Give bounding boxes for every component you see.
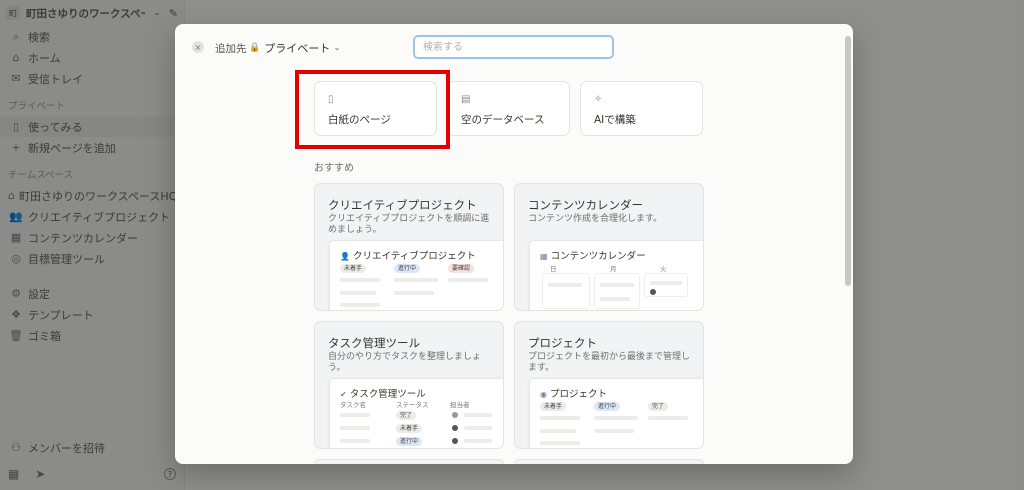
placeholder-line: [594, 429, 634, 433]
status-badge: 未着手: [340, 264, 367, 273]
placeholder-line: [600, 297, 630, 301]
table-icon: ▤: [461, 94, 471, 105]
template-card-partial[interactable]: [314, 459, 504, 464]
placeholder-line: [548, 283, 582, 287]
template-title: タスク管理ツール: [328, 336, 420, 350]
status-badge: 進行中: [396, 437, 423, 446]
lock-icon: 🔒: [249, 43, 261, 53]
placeholder-line: [340, 439, 370, 443]
status-badge: 進行中: [594, 402, 621, 411]
template-description: クリエイティブプロジェクトを順調に進めましょう。: [328, 214, 490, 235]
calendar-cell: [542, 273, 590, 309]
highlight-annotation: [295, 70, 450, 149]
placeholder-line: [594, 416, 638, 420]
target-icon: ◉: [540, 390, 547, 399]
placeholder-line: [650, 281, 682, 285]
add-to-label: 追加先: [215, 43, 247, 55]
avatar: [650, 289, 656, 295]
check-circle-icon: ✔: [340, 390, 347, 399]
preview-title: ◉ プロジェクト: [540, 386, 607, 400]
calendar-cell: [594, 273, 640, 309]
status-badge: 未着手: [396, 424, 423, 433]
preview-title-text: クリエイティブプロジェクト: [352, 251, 476, 262]
placeholder-line: [394, 278, 438, 282]
template-card-partial[interactable]: [514, 459, 704, 464]
avatar: [452, 438, 458, 444]
placeholder-line: [600, 283, 634, 287]
template-card-task-manager[interactable]: タスク管理ツール 自分のやり方でタスクを整理しましょう。 ✔ タスク管理ツール タ…: [314, 321, 504, 449]
column-header: 担当者: [450, 401, 470, 409]
preview-title: 👤 クリエイティブプロジェクト: [340, 248, 476, 262]
template-preview: ◉ プロジェクト 未着手 進行中 完了: [529, 378, 703, 448]
template-preview: ▦ コンテンツカレンダー 日 月 火: [529, 240, 703, 310]
column-header: ステータス: [396, 401, 429, 409]
privacy-selector[interactable]: 🔒 プライベート ⌄: [249, 40, 341, 56]
placeholder-line: [394, 291, 434, 295]
template-title: プロジェクト: [528, 336, 597, 350]
template-description: プロジェクトを最初から最後まで管理します。: [528, 352, 691, 373]
placeholder-line: [340, 278, 380, 282]
users-icon: 👤: [340, 252, 350, 261]
template-preview: ✔ タスク管理ツール タスク名 ステータス 担当者 完了 未着手 進行中: [329, 378, 503, 448]
preview-title: ▦ コンテンツカレンダー: [540, 248, 646, 262]
privacy-label: プライベート: [264, 42, 331, 55]
modal-header: × 追加先 🔒 プライベート ⌄: [175, 24, 853, 70]
preview-title-text: コンテンツカレンダー: [550, 251, 646, 262]
placeholder-line: [540, 429, 576, 433]
day-header: 火: [660, 265, 667, 273]
empty-database-button[interactable]: ▤ 空のデータベース: [447, 81, 570, 136]
placeholder-line: [340, 426, 370, 430]
avatar: [452, 425, 458, 431]
avatar: [452, 412, 458, 418]
preview-title: ✔ タスク管理ツール: [340, 386, 426, 400]
search-input[interactable]: [413, 35, 614, 59]
status-badge: 進行中: [394, 264, 421, 273]
placeholder-line: [340, 413, 370, 417]
placeholder-line: [448, 278, 488, 282]
status-badge: 完了: [396, 411, 417, 420]
status-badge: 完了: [648, 402, 669, 411]
template-description: コンテンツ作成を合理化します。: [528, 214, 663, 224]
new-page-modal: × 追加先 🔒 プライベート ⌄ ▯ 白紙のページ ▤ 空のデータベース ✧ A…: [175, 24, 853, 464]
placeholder-line: [540, 416, 580, 420]
placeholder-line: [340, 291, 376, 295]
ai-icon: ✧: [594, 94, 603, 105]
template-preview: 👤 クリエイティブプロジェクト 未着手 進行中 要確認: [329, 240, 503, 310]
modal-scrollbar[interactable]: [845, 36, 853, 454]
template-title: コンテンツカレンダー: [528, 198, 643, 212]
placeholder-line: [464, 439, 492, 443]
column-header: タスク名: [340, 401, 366, 409]
build-with-ai-button[interactable]: ✧ AIで構築: [580, 81, 703, 136]
status-badge: 未着手: [540, 402, 567, 411]
status-badge: 要確認: [448, 264, 475, 273]
scrollbar-thumb[interactable]: [845, 36, 851, 286]
preview-title-text: プロジェクト: [549, 389, 607, 400]
placeholder-line: [648, 416, 688, 420]
placeholder-line: [340, 303, 380, 307]
calendar-icon: ▦: [540, 252, 548, 261]
chevron-down-icon: ⌄: [333, 43, 341, 53]
template-card-project[interactable]: プロジェクト プロジェクトを最初から最後まで管理します。 ◉ プロジェクト 未着手…: [514, 321, 704, 449]
placeholder-line: [464, 426, 492, 430]
template-title: クリエイティブプロジェクト: [328, 198, 477, 212]
template-card-creative-project[interactable]: クリエイティブプロジェクト クリエイティブプロジェクトを順調に進めましょう。 👤…: [314, 183, 504, 311]
close-icon[interactable]: ×: [192, 41, 204, 53]
placeholder-line: [464, 413, 492, 417]
template-description: 自分のやり方でタスクを整理しましょう。: [328, 352, 482, 373]
recommended-label: おすすめ: [314, 163, 354, 174]
day-header: 日: [550, 265, 557, 273]
placeholder-line: [540, 441, 580, 445]
template-card-content-calendar[interactable]: コンテンツカレンダー コンテンツ作成を合理化します。 ▦ コンテンツカレンダー 日…: [514, 183, 704, 311]
option-label: AIで構築: [594, 114, 636, 126]
day-header: 月: [610, 265, 617, 273]
option-label: 空のデータベース: [461, 114, 545, 126]
